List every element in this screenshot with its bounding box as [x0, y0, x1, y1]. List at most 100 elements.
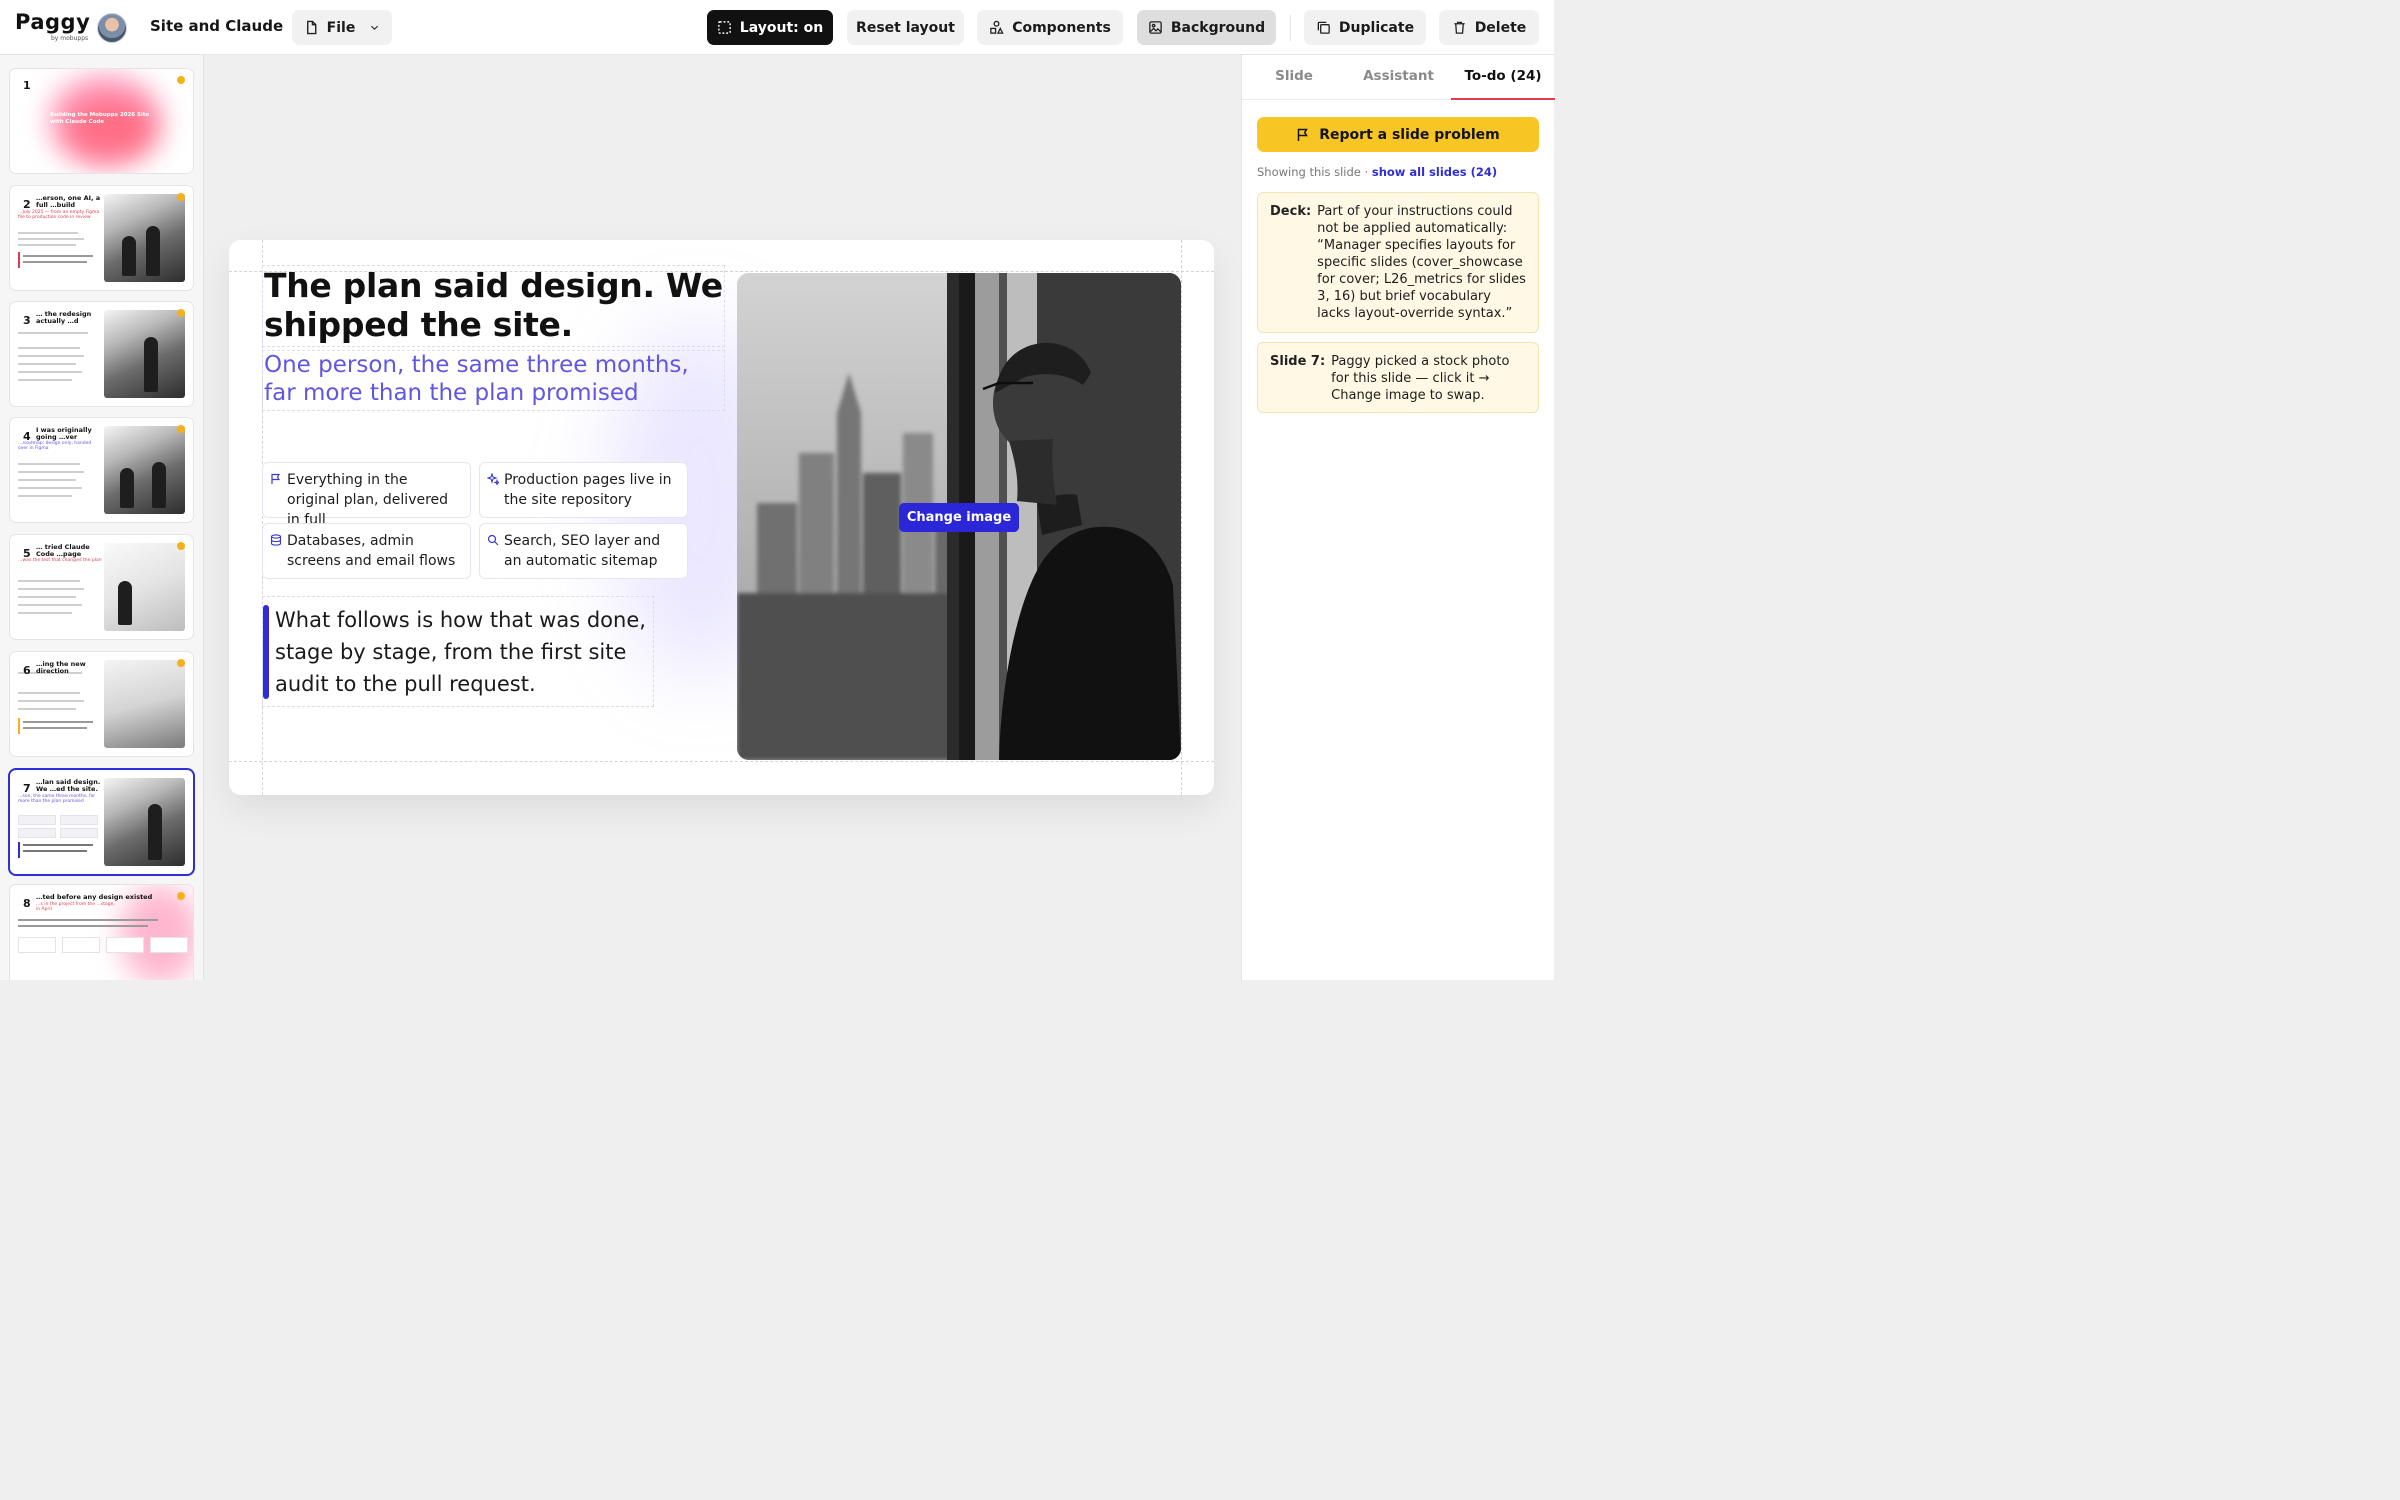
- text-line: [18, 355, 84, 357]
- slide-thumbnail-list[interactable]: 1 Building the Mobupps 2026 Site with Cl…: [0, 55, 204, 980]
- background-button[interactable]: Background: [1137, 10, 1276, 45]
- slide-thumbnail-7[interactable]: 7 …lan said design. We …ed the site. …so…: [10, 770, 193, 874]
- slide-number: 3: [23, 314, 31, 327]
- text-line: [18, 379, 72, 381]
- card-shape: [60, 815, 98, 825]
- card-shape: [150, 937, 188, 953]
- slide-thumbnail-1[interactable]: 1 Building the Mobupps 2026 Site with Cl…: [10, 69, 193, 173]
- person-figure: [152, 462, 166, 508]
- card-shape: [106, 937, 144, 953]
- slide-thumbnail-photo: [104, 660, 185, 748]
- card-shape: [18, 937, 56, 953]
- components-icon: [990, 20, 1004, 34]
- slide-number: 8: [23, 897, 31, 910]
- layout-guide: [229, 761, 1214, 762]
- slide-title[interactable]: The plan said design. We shipped the sit…: [262, 265, 725, 347]
- file-menu-label: File: [326, 19, 356, 36]
- quote-accent-bar: [263, 605, 269, 699]
- panel-tabs: Slide Assistant To-do (24): [1242, 55, 1555, 100]
- text-line: [18, 363, 76, 365]
- person-figure: [148, 804, 162, 860]
- components-label: Components: [1012, 19, 1111, 36]
- slide-thumbnail-title: …erson, one AI, a full …build: [36, 194, 101, 209]
- text-line: [18, 238, 84, 240]
- slide-number: 1: [23, 79, 31, 92]
- trash-icon: [1454, 21, 1465, 34]
- slide-thumbnail-photo: [104, 778, 185, 866]
- reset-layout-label: Reset layout: [856, 19, 955, 36]
- show-all-slides-link[interactable]: show all slides (24): [1372, 165, 1497, 179]
- app-logo[interactable]: Paggy by mobupps: [15, 10, 90, 42]
- slide-thumbnail-5[interactable]: 5 … tried Claude Code …page …was the tes…: [10, 535, 193, 639]
- todo-note-text: Part of your instructions could not be a…: [1317, 204, 1526, 321]
- feature-card[interactable]: Production pages live in the site reposi…: [479, 462, 688, 518]
- toolbar-divider: [1290, 15, 1291, 41]
- slide-thumbnail-2[interactable]: 2 …erson, one AI, a full …build …July 20…: [10, 186, 193, 290]
- image-icon: [1149, 21, 1162, 34]
- database-icon: [270, 534, 282, 546]
- slide-photo[interactable]: Change image: [737, 273, 1181, 760]
- text-line: [18, 471, 84, 473]
- background-label: Background: [1170, 19, 1266, 36]
- slide-thumbnail-photo: [104, 194, 185, 282]
- slide-subtitle[interactable]: One person, the same three months, far m…: [262, 350, 725, 411]
- feature-card[interactable]: Search, SEO layer and an automatic sitem…: [479, 523, 688, 579]
- slide-thumbnail-3[interactable]: 3 … the redesign actually …d: [10, 302, 193, 406]
- components-button[interactable]: Components: [977, 10, 1123, 45]
- layout-icon: [717, 21, 731, 34]
- change-image-button[interactable]: Change image: [899, 503, 1019, 532]
- card-shape: [18, 815, 56, 825]
- slide-thumbnail-4[interactable]: 4 I was originally going …ver …roadmap: …: [10, 418, 193, 522]
- delete-button[interactable]: Delete: [1439, 10, 1539, 45]
- slide-thumbnail-title: …ing the new direction: [36, 660, 86, 675]
- slide-quote[interactable]: What follows is how that was done, stage…: [262, 596, 654, 707]
- report-slide-problem-label: Report a slide problem: [1319, 126, 1500, 143]
- text-line: [18, 244, 76, 246]
- text-line: [23, 721, 93, 723]
- layout-toggle-button[interactable]: Layout: on: [707, 10, 833, 45]
- accent-bar: [18, 252, 20, 268]
- feature-card-text: Production pages live in the site reposi…: [504, 472, 672, 508]
- accent-bar: [18, 842, 20, 858]
- right-panel: Slide Assistant To-do (24) Report a slid…: [1241, 55, 1555, 980]
- person-figure: [120, 468, 134, 508]
- slide-thumbnail-title: … the redesign actually …d: [36, 310, 92, 325]
- sparkle-icon: [487, 473, 499, 485]
- flag-icon: [271, 473, 281, 484]
- file-menu-button[interactable]: File: [292, 10, 392, 45]
- text-line: [18, 479, 76, 481]
- status-dot: [177, 659, 185, 667]
- feature-card[interactable]: Everything in the original plan, deliver…: [262, 462, 471, 528]
- text-line: [18, 612, 72, 614]
- showing-filter-text: Showing this slide · show all slides (24…: [1257, 165, 1497, 179]
- text-line: [18, 919, 158, 921]
- feature-card[interactable]: Databases, admin screens and email flows: [262, 523, 471, 579]
- slide-number: 7: [23, 782, 31, 795]
- slide-thumbnail-6[interactable]: 6 …ing the new direction: [10, 652, 193, 756]
- text-line: [18, 700, 84, 702]
- status-dot: [177, 542, 185, 550]
- person-figure: [118, 581, 132, 625]
- slide-editor[interactable]: The plan said design. We shipped the sit…: [229, 240, 1214, 795]
- text-line: [18, 692, 80, 694]
- tab-todo[interactable]: To-do (24): [1451, 68, 1555, 84]
- todo-note-deck[interactable]: Deck: Part of your instructions could no…: [1257, 192, 1539, 333]
- slide-quote-text: What follows is how that was done, stage…: [275, 608, 646, 696]
- text-line: [23, 844, 93, 846]
- flag-icon: [1298, 128, 1309, 141]
- project-title: Site and Claude: [150, 17, 284, 35]
- slide-thumbnail-subtitle: …s in the project from the …stage, in Ap…: [36, 902, 115, 912]
- slide-thumbnail-title: …ted before any design existed: [36, 893, 153, 901]
- duplicate-button[interactable]: Duplicate: [1304, 10, 1426, 45]
- tab-slide[interactable]: Slide: [1242, 68, 1346, 84]
- reset-layout-button[interactable]: Reset layout: [847, 10, 964, 45]
- slide-thumbnail-subtitle: …son, the same three months, far more th…: [18, 794, 96, 804]
- slide-thumbnail-photo: [104, 543, 185, 631]
- text-line: [18, 463, 80, 465]
- todo-note-slide-7[interactable]: Slide 7: Paggy picked a stock photo for …: [1257, 342, 1539, 413]
- user-avatar[interactable]: [97, 13, 127, 43]
- slide-thumbnail-8[interactable]: 8 …ted before any design existed …s in t…: [10, 885, 193, 980]
- tab-assistant[interactable]: Assistant: [1346, 68, 1451, 84]
- report-slide-problem-button[interactable]: Report a slide problem: [1257, 117, 1539, 152]
- feature-card-text: Databases, admin screens and email flows: [287, 533, 456, 569]
